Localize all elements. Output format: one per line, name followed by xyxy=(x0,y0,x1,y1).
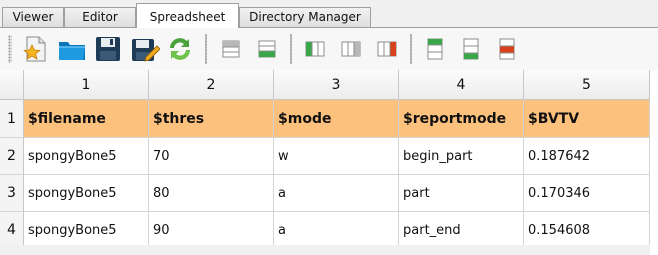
select-all-corner[interactable] xyxy=(0,70,24,100)
column-header[interactable]: 1 xyxy=(24,70,149,100)
table-cell[interactable]: $reportmode xyxy=(399,100,524,138)
tab-viewer[interactable]: Viewer xyxy=(2,7,64,27)
table-cell[interactable]: a xyxy=(274,175,399,212)
table-cell[interactable]: spongyBone5 xyxy=(24,212,149,249)
toolbar-grip[interactable] xyxy=(8,35,12,63)
table-cell[interactable]: 80 xyxy=(149,175,274,212)
insert-row-below-icon[interactable] xyxy=(251,33,283,65)
table-cell[interactable]: a xyxy=(274,212,399,249)
toolbar-separator xyxy=(205,34,207,64)
column-header[interactable]: 3 xyxy=(274,70,399,100)
toolbar-separator xyxy=(410,34,412,64)
table-cell[interactable]: 0.154608 xyxy=(524,212,650,249)
tab-directory-manager[interactable]: Directory Manager xyxy=(239,7,371,27)
row-header[interactable]: 2 xyxy=(0,138,24,175)
table-cell[interactable]: spongyBone5 xyxy=(24,175,149,212)
table-cell[interactable]: 0.187642 xyxy=(524,138,650,175)
table-cell[interactable]: 90 xyxy=(149,212,274,249)
new-file-icon[interactable] xyxy=(20,33,52,65)
table-cell[interactable]: $BVTV xyxy=(524,100,650,138)
insert-column-right-icon[interactable] xyxy=(335,33,367,65)
row-header[interactable]: 1 xyxy=(0,100,24,138)
refresh-icon[interactable] xyxy=(164,33,196,65)
table-cell[interactable]: part xyxy=(399,175,524,212)
table-cell[interactable]: $filename xyxy=(24,100,149,138)
row-header[interactable]: 4 xyxy=(0,212,24,249)
table-cell[interactable]: spongyBone5 xyxy=(24,138,149,175)
column-header[interactable]: 4 xyxy=(399,70,524,100)
sheet-bottom-area xyxy=(0,245,650,255)
table-cell[interactable]: part_end xyxy=(399,212,524,249)
table-cell[interactable]: w xyxy=(274,138,399,175)
open-folder-icon[interactable] xyxy=(56,33,88,65)
table-cell[interactable]: begin_part xyxy=(399,138,524,175)
insert-row-bottom-icon[interactable] xyxy=(455,33,487,65)
sheet-blank-area xyxy=(650,100,658,255)
insert-row-top-icon[interactable] xyxy=(419,33,451,65)
save-icon[interactable] xyxy=(92,33,124,65)
table-cell[interactable]: $mode xyxy=(274,100,399,138)
tab-bar: Viewer Editor Spreadsheet Directory Mana… xyxy=(0,0,658,28)
row-header[interactable]: 3 xyxy=(0,175,24,212)
table-cell[interactable]: 70 xyxy=(149,138,274,175)
toolbar xyxy=(0,28,658,71)
tab-editor[interactable]: Editor xyxy=(64,7,136,27)
column-header[interactable]: 5 xyxy=(524,70,650,100)
table-cell[interactable]: 0.170346 xyxy=(524,175,650,212)
insert-row-above-icon[interactable] xyxy=(215,33,247,65)
spreadsheet-grid[interactable]: 1 2 3 4 5 1 2 3 4 $filename $thres $mode… xyxy=(0,70,658,255)
toolbar-separator xyxy=(290,34,292,64)
save-as-icon[interactable] xyxy=(128,33,160,65)
column-header[interactable]: 2 xyxy=(149,70,274,100)
insert-column-left-icon[interactable] xyxy=(299,33,331,65)
tab-spreadsheet[interactable]: Spreadsheet xyxy=(136,3,239,28)
table-cell[interactable]: $thres xyxy=(149,100,274,138)
delete-row-icon[interactable] xyxy=(491,33,523,65)
delete-column-icon[interactable] xyxy=(371,33,403,65)
